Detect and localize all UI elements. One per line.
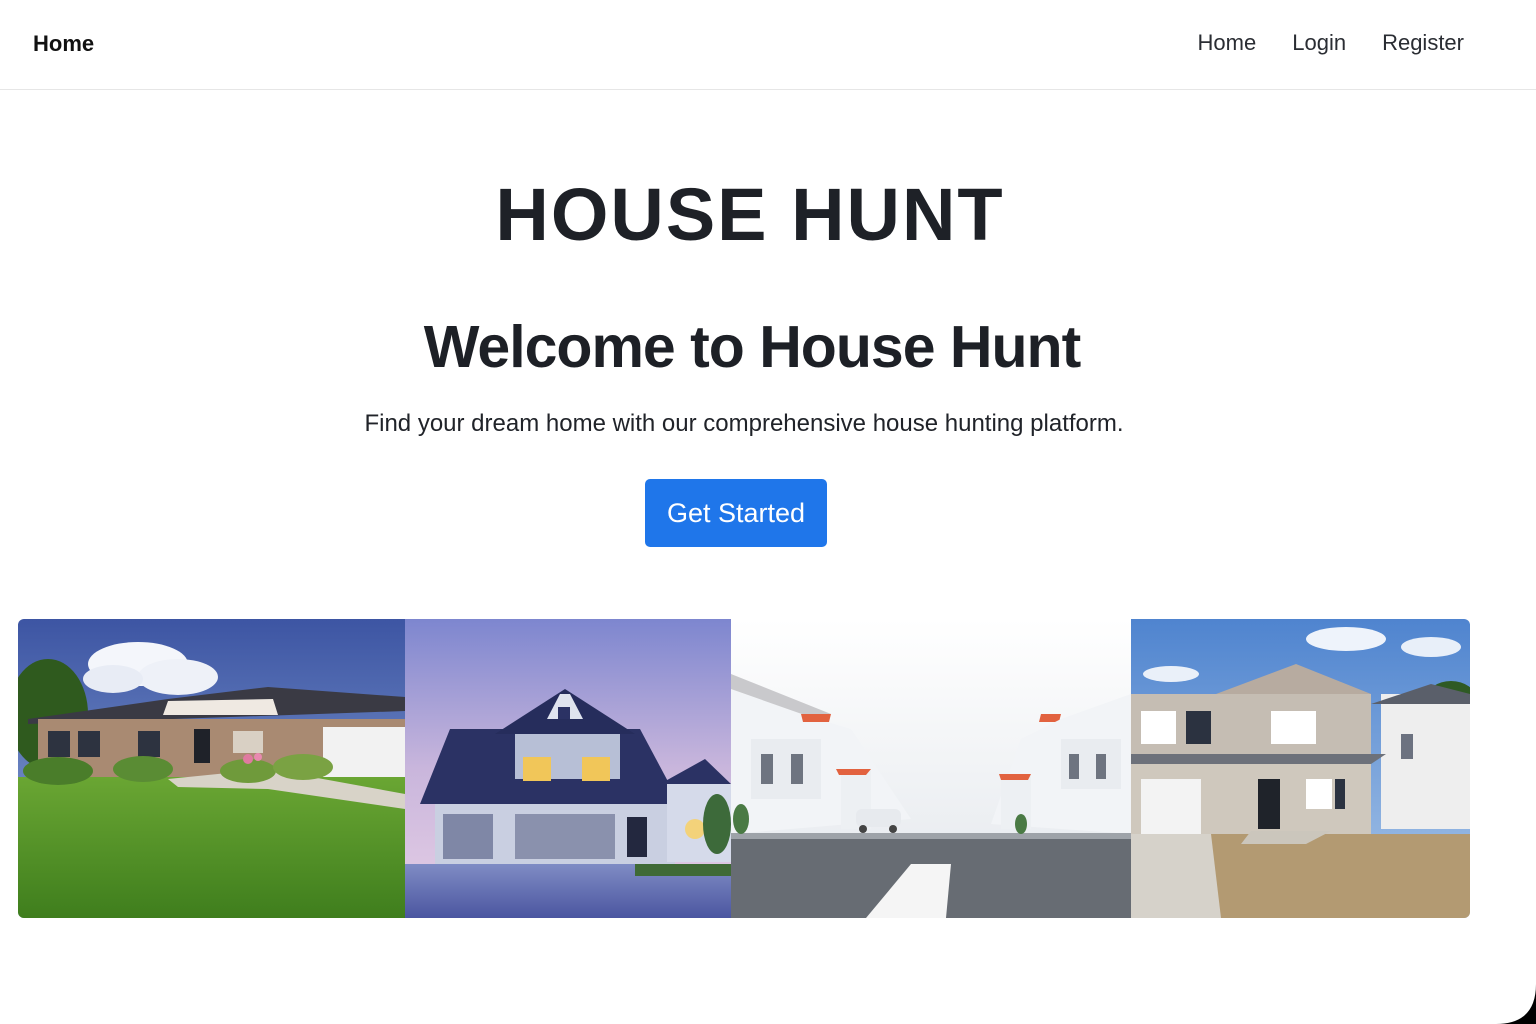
get-started-button[interactable]: Get Started <box>645 479 827 547</box>
site-title: HOUSE HUNT <box>495 173 1005 256</box>
beige-two-story-house-photo <box>1131 619 1470 918</box>
hero-tagline: Find your dream home with our comprehens… <box>364 410 1124 437</box>
single-story-brick-house-photo <box>18 619 405 918</box>
white-houses-street-photo <box>731 619 1131 918</box>
brand-home-link[interactable]: Home <box>33 31 94 57</box>
nav-links: Home Login Register <box>1198 30 1464 56</box>
nav-link-login[interactable]: Login <box>1292 30 1346 56</box>
page-corner-shape <box>1496 984 1536 1024</box>
welcome-heading: Welcome to House Hunt <box>423 314 1081 380</box>
nav-link-register[interactable]: Register <box>1382 30 1464 56</box>
blue-two-story-house-at-dusk-photo <box>405 619 731 918</box>
top-navbar: Home Home Login Register <box>0 0 1536 90</box>
nav-link-home[interactable]: Home <box>1198 30 1257 56</box>
house-gallery <box>18 619 1470 918</box>
